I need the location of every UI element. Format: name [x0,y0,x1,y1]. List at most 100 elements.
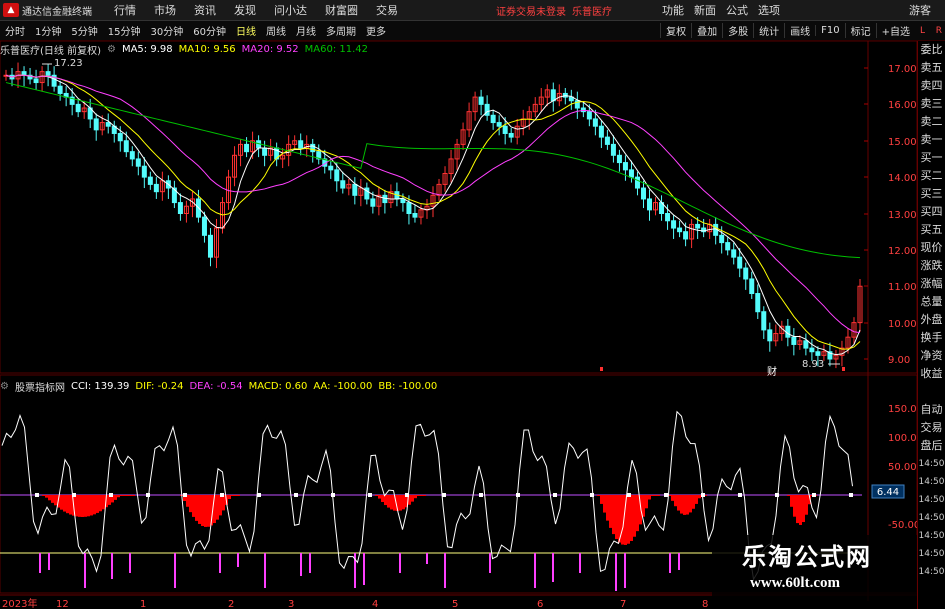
candle-body [244,143,250,153]
side-item[interactable]: 现价 [918,239,945,257]
macd-bar [654,495,657,496]
menu-new-page[interactable]: 新面 [694,2,716,18]
menu-market[interactable]: 市场 [154,2,176,18]
side-item[interactable]: 外盘 [918,311,945,329]
macd-bar [219,495,222,516]
login-warning[interactable]: 证券交易未登录 [496,3,566,18]
f10-button[interactable]: F10 [815,25,844,36]
side-item[interactable]: 盘后 [918,437,945,455]
multi-stock-button[interactable]: 多股 [722,23,753,38]
candle-body [21,71,27,76]
side-item[interactable]: 14:50 [918,545,945,563]
macd-bar [642,495,645,517]
period-monthly[interactable]: 月线 [291,23,321,38]
zero-marker [849,493,853,497]
side-item[interactable]: 换手 [918,329,945,347]
settings-gear-icon[interactable]: ⚙ [107,44,116,55]
macd-bar [805,495,808,515]
period-1min[interactable]: 1分钟 [30,23,66,38]
menu-ask[interactable]: 问小达 [274,2,307,18]
macd-bar [683,495,686,515]
guest-login[interactable]: 游客 [909,2,931,18]
mark-button[interactable]: 标记 [844,23,876,38]
side-item[interactable]: 14:50 [918,509,945,527]
menu-formula[interactable]: 公式 [726,2,748,18]
indicator-header: ⚙ 股票指标网 CCI: 139.39 DIF: -0.24 DEA: -0.5… [0,379,443,394]
side-item[interactable] [918,383,945,401]
candle-body [791,336,797,345]
menu-news[interactable]: 资讯 [194,2,216,18]
side-item[interactable]: 买三 [918,185,945,203]
price-tick-label: 13.00 [888,210,917,221]
side-item[interactable]: 净资 [918,347,945,365]
macd-bar [69,495,72,515]
menu-trade[interactable]: 交易 [376,2,398,18]
menu-function[interactable]: 功能 [662,2,684,18]
side-item[interactable]: 收益 [918,365,945,383]
price-tick-label: 10.00 [888,319,917,330]
macd-bar [60,495,63,510]
macd-bar [674,495,677,507]
macd-bar [78,495,81,517]
side-item[interactable]: 14:50 [918,491,945,509]
zero-marker [109,493,113,497]
period-more[interactable]: 更多 [361,23,391,38]
candle-body [677,227,683,233]
overlay-button[interactable]: 叠加 [691,23,722,38]
macd-bar [81,495,84,517]
side-item[interactable]: 卖一 [918,131,945,149]
menu-wealth[interactable]: 财富圈 [325,2,358,18]
side-item[interactable]: 总量 [918,293,945,311]
side-left-arrow[interactable]: L [920,26,925,36]
draw-line-button[interactable]: 画线 [784,23,815,38]
macd-bar [375,495,378,496]
side-item[interactable]: 委比 [918,41,945,59]
candle-body [580,107,586,113]
dif-label: DIF: -0.24 [135,380,184,392]
side-item[interactable]: 交易 [918,419,945,437]
candle-body [57,85,63,94]
side-item[interactable]: 涨跌 [918,257,945,275]
stats-button[interactable]: 统计 [753,23,784,38]
period-5min[interactable]: 5分钟 [66,23,102,38]
side-item[interactable]: 买四 [918,203,945,221]
indicator-gear-icon[interactable]: ⚙ [0,381,9,392]
period-multi[interactable]: 多周期 [321,23,361,38]
side-item[interactable]: 买二 [918,167,945,185]
period-weekly[interactable]: 周线 [261,23,291,38]
side-item[interactable]: 卖五 [918,59,945,77]
period-daily[interactable]: 日线 [231,23,261,38]
high-price-label: 17.23 [54,58,83,69]
zero-marker [183,493,187,497]
side-item[interactable]: 涨幅 [918,275,945,293]
side-right-arrow[interactable]: R [936,26,942,36]
macd-bar [207,495,210,527]
candle-body [105,122,111,127]
bb-label: BB: -100.00 [378,380,438,392]
adjust-button[interactable]: 复权 [660,23,691,38]
add-watchlist-button[interactable]: +自选 [875,23,915,38]
side-item[interactable]: 卖四 [918,77,945,95]
macd-bar [189,495,192,513]
macd-bar [216,495,219,520]
side-item[interactable]: 买五 [918,221,945,239]
macd-bar [420,495,423,496]
period-15min[interactable]: 15分钟 [103,23,146,38]
kline-chart[interactable]: 17.00 16.00 15.00 14.00 13.00 12.00 11.00 10.00… [0,41,917,609]
candle-body [725,242,731,251]
side-item[interactable]: 卖三 [918,95,945,113]
menu-discover[interactable]: 发现 [234,2,256,18]
period-timeshare[interactable]: 分时 [0,23,30,38]
side-item[interactable]: 卖二 [918,113,945,131]
side-item[interactable]: 自动 [918,401,945,419]
side-item[interactable]: 14:50 [918,563,945,581]
side-item[interactable]: 14:50 [918,473,945,491]
side-item[interactable]: 买一 [918,149,945,167]
period-30min[interactable]: 30分钟 [145,23,188,38]
side-item[interactable]: 14:50 [918,455,945,473]
period-60min[interactable]: 60分钟 [188,23,231,38]
menu-quotes[interactable]: 行情 [114,2,136,18]
side-item[interactable]: 14:50 [918,527,945,545]
macd-bar [799,495,802,525]
menu-options[interactable]: 选项 [758,2,780,18]
